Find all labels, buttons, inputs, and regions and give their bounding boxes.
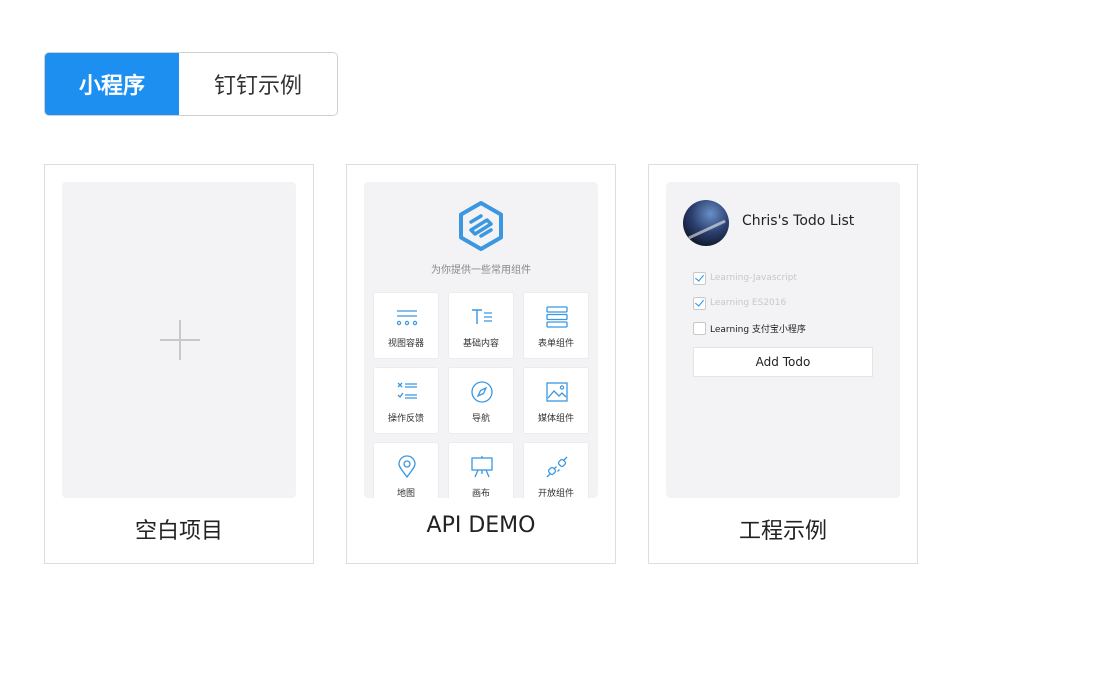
project-example-card[interactable]: Chris's Todo List Learning-Javascript Le… (648, 164, 918, 564)
tile-label: 导航 (471, 414, 490, 424)
tile-feedback: 操作反馈 (373, 367, 439, 434)
tile-label: 基础内容 (462, 339, 499, 349)
blank-project-caption: 空白项目 (134, 519, 223, 544)
tile-label: 操作反馈 (387, 414, 424, 424)
todo-checkbox-checked (693, 296, 706, 310)
api-demo-subtitle: 为你提供一些常用组件 (431, 265, 531, 276)
todo-checkbox-checked (693, 271, 706, 285)
blank-project-card[interactable]: 空白项目 (44, 164, 314, 564)
tile-navigation: 导航 (448, 367, 514, 434)
map-pin-icon (398, 455, 416, 479)
api-demo-card[interactable]: 为你提供一些常用组件 视图容器 基础内容 表单组件 操作反馈 导航 媒体组件 地… (346, 164, 616, 564)
todo-checkbox (693, 321, 706, 335)
feedback-icon (397, 382, 417, 399)
tab-dingtalk-examples[interactable]: 钉钉示例 (179, 53, 337, 115)
form-icon (546, 306, 568, 328)
api-demo-caption: API DEMO (426, 513, 536, 538)
tile-form-components: 表单组件 (523, 292, 589, 359)
text-icon (472, 309, 492, 324)
compass-icon (471, 381, 493, 403)
tile-label: 地图 (396, 489, 415, 498)
template-type-switch: 小程序 钉钉示例 (44, 52, 338, 116)
image-icon (546, 382, 568, 402)
tile-map: 地图 (373, 442, 439, 498)
todo-text: Learning ES2016 (710, 298, 787, 308)
tile-view-container: 视图容器 (373, 292, 439, 359)
tile-media: 媒体组件 (523, 367, 589, 434)
plus-icon (160, 320, 200, 360)
tile-label: 画布 (471, 489, 490, 498)
todo-item: Learning 支付宝小程序 (693, 321, 806, 335)
canvas-icon (471, 456, 493, 478)
todo-item: Learning ES2016 (693, 296, 786, 310)
tile-label: 开放组件 (537, 489, 574, 498)
todo-text: Learning 支付宝小程序 (710, 324, 806, 335)
todo-item: Learning-Javascript (693, 271, 797, 285)
project-example-caption: 工程示例 (738, 519, 827, 544)
tile-label: 媒体组件 (537, 414, 574, 424)
blank-project-preview (62, 182, 296, 498)
api-demo-preview: 为你提供一些常用组件 视图容器 基础内容 表单组件 操作反馈 导航 媒体组件 地… (364, 182, 598, 498)
plug-icon (546, 456, 568, 478)
avatar (683, 200, 729, 246)
add-todo-button: Add Todo (693, 347, 873, 377)
project-example-preview: Chris's Todo List Learning-Javascript Le… (666, 182, 900, 498)
todo-list-title: Chris's Todo List (742, 213, 855, 229)
tab-mini-program[interactable]: 小程序 (45, 53, 179, 115)
tile-canvas: 画布 (448, 442, 514, 498)
component-grid: 视图容器 基础内容 表单组件 操作反馈 导航 媒体组件 地图 画布 开放组件 (373, 292, 589, 498)
mini-program-logo-icon (459, 201, 503, 251)
todo-text: Learning-Javascript (710, 273, 797, 283)
tile-label: 表单组件 (537, 339, 574, 349)
tile-open-components: 开放组件 (523, 442, 589, 498)
tile-label: 视图容器 (387, 339, 424, 349)
view-container-icon (396, 310, 418, 326)
tile-basic-content: 基础内容 (448, 292, 514, 359)
